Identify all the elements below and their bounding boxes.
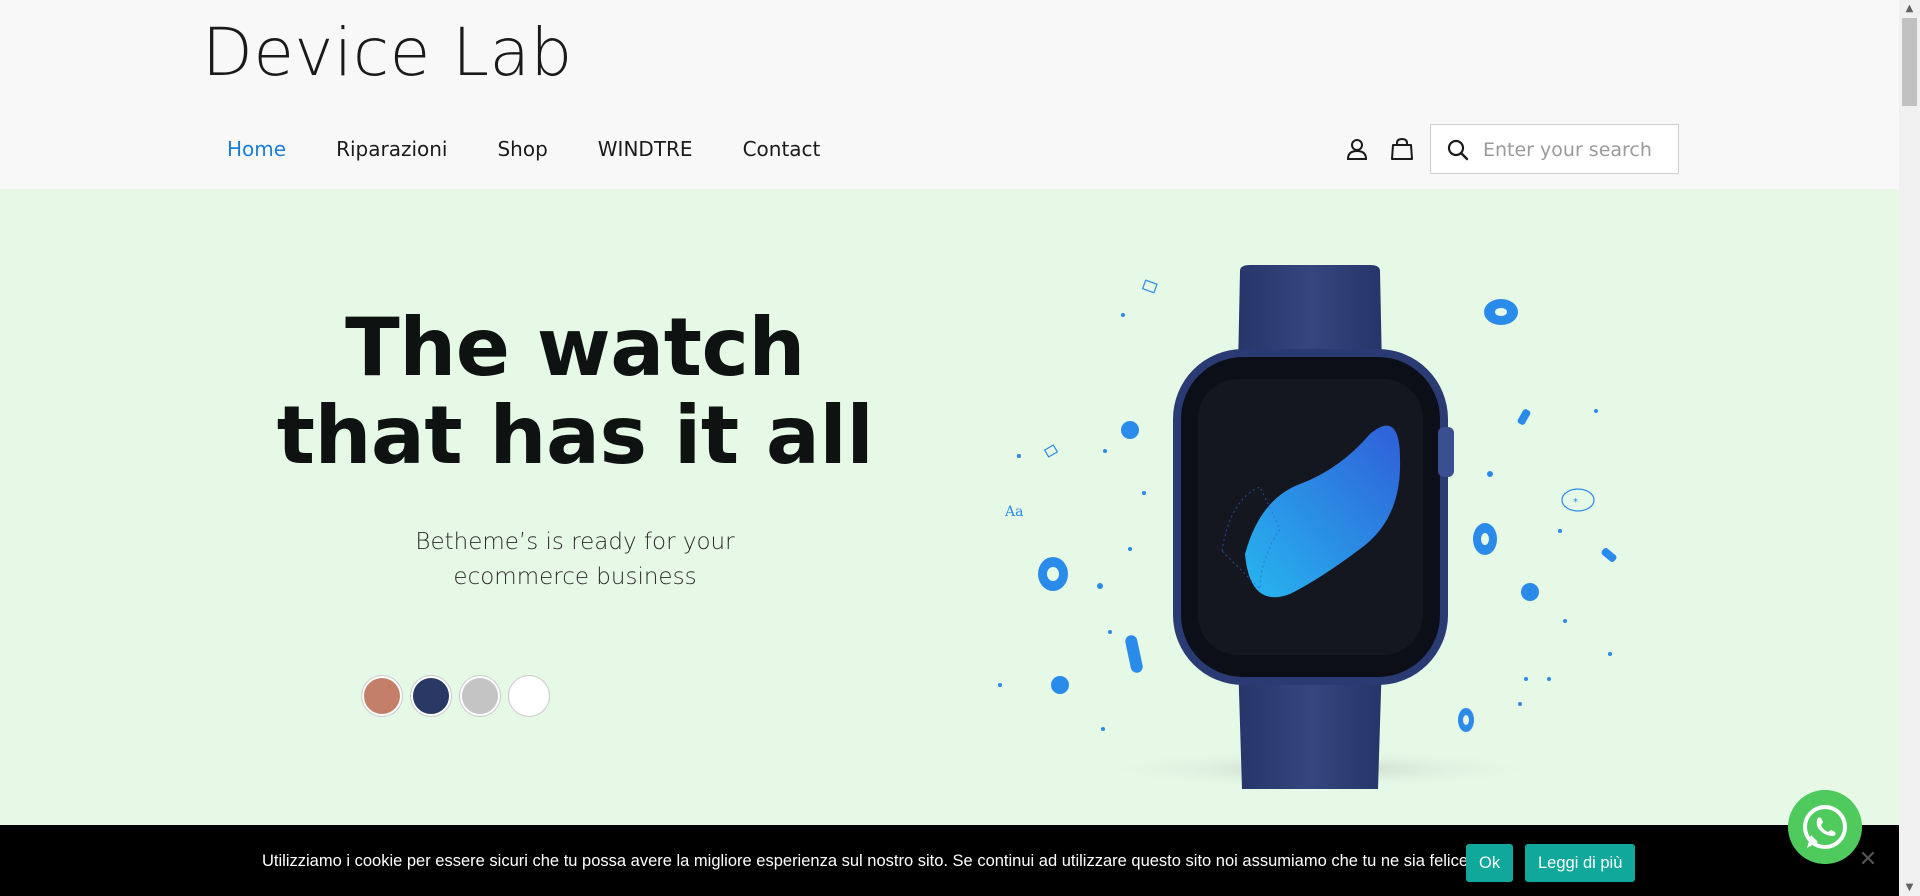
site-header: Device Lab Home Riparazioni Shop WINDTRE…: [0, 0, 1899, 189]
search-icon[interactable]: [1445, 137, 1471, 163]
search-box: [1430, 124, 1679, 175]
nav-item-contact[interactable]: Contact: [718, 136, 846, 162]
nav-item-shop[interactable]: Shop: [472, 136, 572, 162]
user-icon[interactable]: [1344, 136, 1370, 162]
svg-text:Aa: Aa: [1004, 504, 1023, 520]
whatsapp-icon[interactable]: [1788, 790, 1862, 864]
bag-icon[interactable]: [1389, 136, 1415, 162]
swatch-rose[interactable]: [362, 676, 402, 716]
hero-title-line-1: The watch: [345, 301, 805, 394]
nav-item-windtre[interactable]: WINDTRE: [573, 136, 718, 162]
cookie-message: Utilizziamo i cookie per essere sicuri c…: [262, 852, 1473, 870]
smartwatch-image: Aa *: [998, 265, 1617, 789]
main-nav: Home Riparazioni Shop WINDTRE Contact: [202, 136, 845, 162]
hero-title-line-2: that has it all: [276, 389, 874, 482]
site-logo[interactable]: Device Lab: [202, 14, 573, 91]
vertical-scrollbar[interactable]: ▲ ▼: [1899, 0, 1920, 896]
cookie-banner: Utilizziamo i cookie per essere sicuri c…: [0, 825, 1899, 896]
swatch-navy[interactable]: [411, 676, 451, 716]
scrollbar-thumb[interactable]: [1902, 18, 1917, 106]
search-input[interactable]: [1481, 125, 1675, 175]
svg-text:*: *: [1573, 497, 1578, 508]
swatch-white[interactable]: [509, 676, 549, 716]
close-icon[interactable]: ✕: [1856, 848, 1880, 872]
nav-item-riparazioni[interactable]: Riparazioni: [311, 136, 472, 162]
color-swatches: [362, 676, 549, 716]
swatch-silver[interactable]: [460, 676, 500, 716]
hero-subtitle-line-2: ecommerce business: [453, 564, 697, 590]
scroll-down-icon[interactable]: ▼: [1899, 879, 1920, 896]
scroll-up-icon[interactable]: ▲: [1899, 0, 1920, 17]
cookie-read-more-button[interactable]: Leggi di più: [1525, 844, 1636, 882]
nav-item-home[interactable]: Home: [202, 136, 311, 162]
hero-subtitle: Betheme’s is ready for your ecommerce bu…: [355, 525, 795, 595]
cookie-ok-button[interactable]: Ok: [1466, 844, 1514, 882]
hero-subtitle-line-1: Betheme’s is ready for your: [415, 529, 735, 555]
page: Device Lab Home Riparazioni Shop WINDTRE…: [0, 0, 1899, 896]
hero-title: The watch that has it all: [260, 304, 890, 480]
hero-section: The watch that has it all Betheme’s is r…: [0, 189, 1899, 825]
